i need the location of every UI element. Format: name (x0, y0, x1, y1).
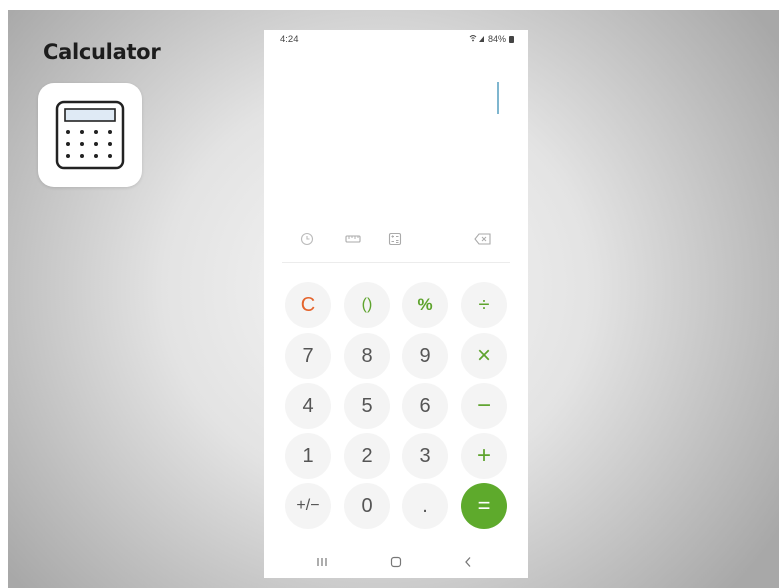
subtract-button[interactable]: − (461, 383, 507, 429)
status-indicators: 84% (469, 34, 514, 44)
digit-5-button[interactable]: 5 (344, 383, 390, 429)
clear-button[interactable]: C (285, 282, 331, 328)
slide-background: Calculator 4:24 84% C () % ÷ 7 8 9 × 4 5… (8, 10, 779, 588)
home-icon[interactable] (386, 552, 406, 572)
divide-button[interactable]: ÷ (461, 282, 507, 328)
battery-percentage: 84% (487, 34, 506, 44)
digit-7-button[interactable]: 7 (285, 333, 331, 379)
keypad-divider (282, 262, 510, 263)
wifi-signal-icon (469, 34, 485, 44)
calculator-app-icon (38, 83, 142, 187)
percent-button[interactable]: % (402, 282, 448, 328)
history-icon[interactable] (298, 230, 316, 248)
add-button[interactable]: + (461, 433, 507, 479)
digit-2-button[interactable]: 2 (344, 433, 390, 479)
phone-screen: 4:24 84% C () % ÷ 7 8 9 × 4 5 6 − 1 2 3 … (264, 30, 528, 578)
equals-button[interactable]: = (461, 483, 507, 529)
multiply-button[interactable]: × (461, 333, 507, 379)
app-title: Calculator (43, 40, 161, 64)
status-time: 4:24 (280, 34, 299, 45)
text-cursor (497, 82, 499, 114)
digit-8-button[interactable]: 8 (344, 333, 390, 379)
digit-0-button[interactable]: 0 (344, 483, 390, 529)
display-area[interactable] (264, 46, 528, 226)
digit-9-button[interactable]: 9 (402, 333, 448, 379)
calculator-icon (55, 100, 125, 170)
unit-converter-icon[interactable] (344, 230, 362, 248)
digit-6-button[interactable]: 6 (402, 383, 448, 429)
back-icon[interactable] (458, 552, 478, 572)
backspace-icon[interactable] (474, 230, 492, 248)
tool-row (264, 230, 528, 250)
sign-toggle-button[interactable]: +/− (285, 483, 331, 529)
battery-icon (509, 35, 514, 43)
parentheses-button[interactable]: () (344, 282, 390, 328)
decimal-button[interactable]: . (402, 483, 448, 529)
navigation-bar (264, 552, 528, 572)
digit-1-button[interactable]: 1 (285, 433, 331, 479)
scientific-mode-icon[interactable] (386, 230, 404, 248)
recent-apps-icon[interactable] (312, 552, 332, 572)
digit-3-button[interactable]: 3 (402, 433, 448, 479)
digit-4-button[interactable]: 4 (285, 383, 331, 429)
